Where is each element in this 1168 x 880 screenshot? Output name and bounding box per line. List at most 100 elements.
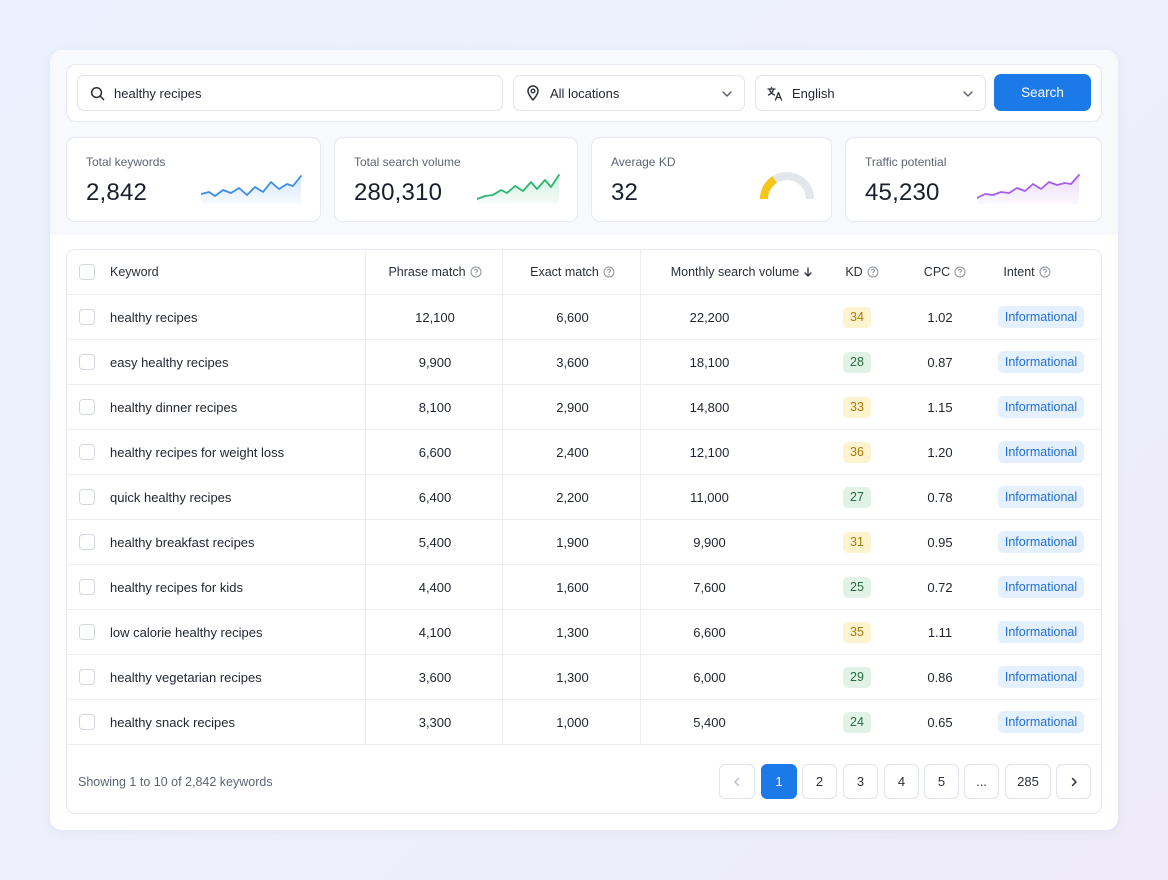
table-row[interactable]: quick healthy recipes 6,400 2,200 11,000 27 0… (67, 475, 1101, 520)
phrase-match-cell: 4,400 (418, 579, 452, 595)
kd-badge: 27 (843, 486, 871, 508)
monthly-volume-cell: 12,100 (689, 444, 730, 460)
row-checkbox[interactable] (79, 354, 95, 370)
table-row[interactable]: easy healthy recipes 9,900 3,600 18,100 28 0.… (67, 340, 1101, 385)
keyword-cell[interactable]: healthy dinner recipes (110, 400, 237, 415)
keyword-cell[interactable]: quick healthy recipes (110, 490, 231, 505)
location-select[interactable]: All locations (513, 75, 745, 111)
page-button-285[interactable]: 285 (1005, 764, 1051, 799)
stat-label: Traffic potential (865, 155, 947, 169)
phrase-match-cell: 6,400 (418, 489, 452, 505)
table-row[interactable]: healthy recipes for kids 4,400 1,600 7,600 2… (67, 565, 1101, 610)
cpc-cell: 0.65 (927, 714, 953, 730)
keyword-cell[interactable]: healthy recipes for weight loss (110, 445, 284, 460)
phrase-match-cell: 6,600 (418, 444, 452, 460)
kd-badge: 25 (843, 576, 871, 598)
stat-card-average-kd: Average KD 32 (591, 137, 832, 222)
page-button-1[interactable]: 1 (761, 764, 797, 799)
table-row[interactable]: healthy dinner recipes 8,100 2,900 14,800 33… (67, 385, 1101, 430)
keyword-cell[interactable]: healthy vegetarian recipes (110, 670, 262, 685)
stat-label: Average KD (611, 155, 676, 169)
monthly-volume-cell: 22,200 (689, 309, 730, 325)
row-checkbox[interactable] (79, 309, 95, 325)
column-header-label: Intent (1003, 265, 1035, 279)
exact-match-cell: 2,900 (556, 399, 589, 415)
column-header-intent[interactable]: Intent (997, 250, 1057, 294)
monthly-volume-cell: 11,000 (690, 489, 729, 505)
search-button[interactable]: Search (994, 74, 1091, 111)
help-icon[interactable] (470, 266, 482, 278)
help-icon[interactable] (603, 266, 615, 278)
keywords-table: Keyword Phrase match Exact match Monthly… (66, 249, 1102, 814)
cpc-cell: 0.72 (927, 579, 953, 595)
page-button-2[interactable]: 2 (802, 764, 837, 799)
column-header-phrase-match[interactable]: Phrase match (367, 250, 503, 294)
row-checkbox[interactable] (79, 489, 95, 505)
row-checkbox[interactable] (79, 714, 95, 730)
monthly-volume-cell: 6,000 (693, 669, 726, 685)
page-button-5[interactable]: 5 (924, 764, 959, 799)
column-header-monthly-search-volume[interactable]: Monthly search volume (667, 250, 817, 294)
table-header: Keyword Phrase match Exact match Monthly… (67, 250, 1101, 295)
keyword-input-value: healthy recipes (114, 85, 202, 101)
table-body: healthy recipes 12,100 6,600 22,200 34 1.02 In… (67, 295, 1101, 745)
table-row[interactable]: healthy recipes 12,100 6,600 22,200 34 1.02 In… (67, 295, 1101, 340)
location-pin-icon (525, 85, 541, 101)
table-row[interactable]: healthy recipes for weight loss 6,600 2,40… (67, 430, 1101, 475)
help-icon[interactable] (1039, 266, 1051, 278)
table-row[interactable]: healthy vegetarian recipes 3,600 1,300 6,00… (67, 655, 1101, 700)
row-checkbox[interactable] (79, 444, 95, 460)
row-checkbox[interactable] (79, 669, 95, 685)
monthly-volume-cell: 14,800 (689, 399, 730, 415)
prev-page-button[interactable] (719, 764, 755, 799)
exact-match-cell: 1,000 (556, 714, 589, 730)
help-icon[interactable] (954, 266, 966, 278)
intent-badge: Informational (997, 711, 1085, 733)
keyword-cell[interactable]: healthy recipes (110, 310, 197, 325)
kd-badge: 28 (843, 351, 871, 373)
exact-match-cell: 6,600 (556, 309, 589, 325)
column-header-cpc[interactable]: CPC (915, 250, 975, 294)
page-button-3[interactable]: 3 (843, 764, 878, 799)
keyword-cell[interactable]: healthy snack recipes (110, 715, 235, 730)
exact-match-cell: 2,200 (556, 489, 589, 505)
cpc-cell: 0.95 (927, 534, 953, 550)
keyword-cell[interactable]: healthy recipes for kids (110, 580, 243, 595)
table-footer: Showing 1 to 10 of 2,842 keywords 12345.… (67, 747, 1101, 813)
phrase-match-cell: 3,600 (418, 669, 452, 685)
row-checkbox[interactable] (79, 579, 95, 595)
cpc-cell: 1.20 (927, 444, 953, 460)
chevron-down-icon (720, 87, 734, 101)
column-header-kd[interactable]: KD (837, 250, 887, 294)
table-row[interactable]: healthy snack recipes 3,300 1,000 5,400 24 0.… (67, 700, 1101, 745)
column-header-label: Phrase match (388, 265, 466, 279)
next-page-button[interactable] (1056, 764, 1091, 799)
row-checkbox[interactable] (79, 624, 95, 640)
cpc-cell: 0.86 (927, 669, 953, 685)
language-select[interactable]: English (755, 75, 986, 111)
column-header-exact-match[interactable]: Exact match (504, 250, 641, 294)
phrase-match-cell: 9,900 (418, 354, 452, 370)
monthly-volume-cell: 7,600 (693, 579, 726, 595)
column-header-keyword[interactable]: Keyword (110, 250, 360, 294)
keyword-input[interactable]: healthy recipes (77, 75, 503, 111)
keyword-cell[interactable]: low calorie healthy recipes (110, 625, 262, 640)
cpc-cell: 0.87 (927, 354, 953, 370)
row-checkbox[interactable] (79, 534, 95, 550)
keyword-cell[interactable]: easy healthy recipes (110, 355, 229, 370)
help-icon[interactable] (867, 266, 879, 278)
exact-match-cell: 1,300 (556, 669, 589, 685)
monthly-volume-cell: 9,900 (693, 534, 726, 550)
table-row[interactable]: healthy breakfast recipes 5,400 1,900 9,900… (67, 520, 1101, 565)
column-header-label: KD (845, 265, 863, 279)
page-button-4[interactable]: 4 (884, 764, 919, 799)
exact-match-cell: 1,300 (556, 624, 589, 640)
stat-value: 45,230 (865, 179, 940, 206)
kd-badge: 29 (843, 666, 871, 688)
table-row[interactable]: low calorie healthy recipes 4,100 1,300 6,6… (67, 610, 1101, 655)
row-checkbox[interactable] (79, 399, 95, 415)
cpc-cell: 1.15 (927, 399, 953, 415)
keyword-cell[interactable]: healthy breakfast recipes (110, 535, 255, 550)
intent-badge: Informational (997, 486, 1085, 508)
select-all-checkbox[interactable] (79, 264, 95, 280)
